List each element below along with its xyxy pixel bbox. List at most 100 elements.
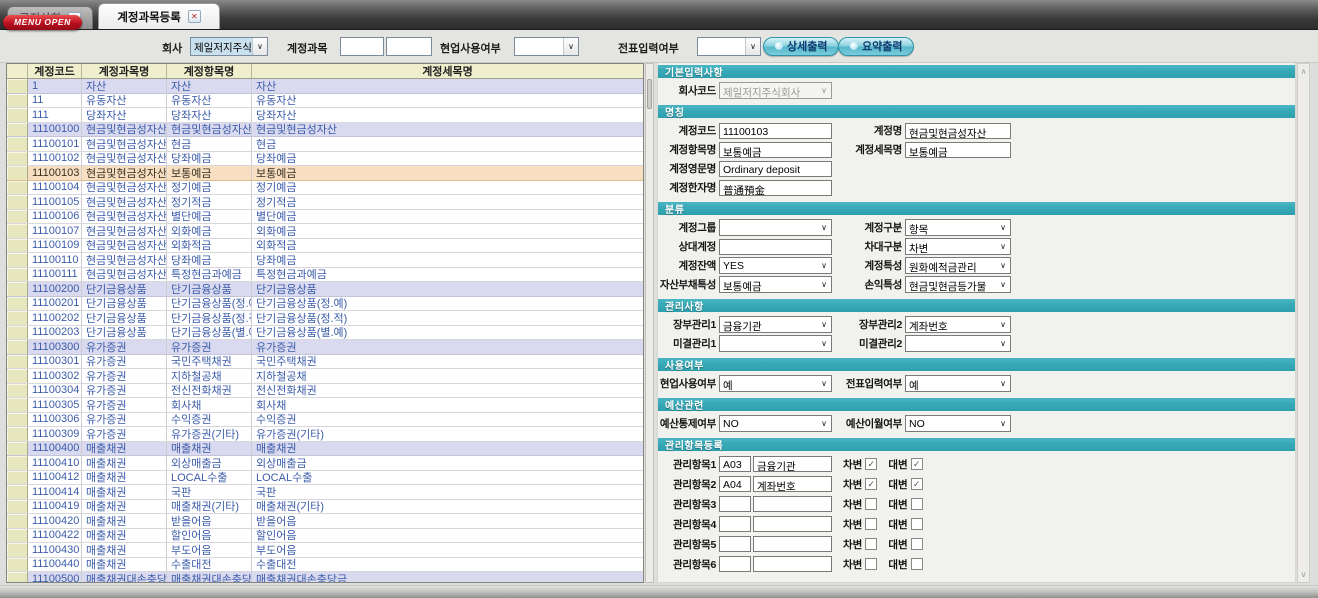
- row-selector-cell[interactable]: [7, 166, 28, 180]
- table-row[interactable]: 11100430매출채권부도어음부도어음: [7, 543, 643, 558]
- chevron-down-icon[interactable]: ∨: [817, 83, 831, 98]
- account-class-select[interactable]: 항목∨: [905, 219, 1011, 236]
- row-selector-cell[interactable]: [7, 282, 28, 296]
- table-row[interactable]: 11100106현금및현금성자산별단예금별단예금: [7, 210, 643, 225]
- chevron-down-icon[interactable]: ∨: [745, 38, 760, 55]
- tab-account-registration[interactable]: 계정과목등록 ✕: [98, 3, 219, 29]
- scroll-down-icon[interactable]: ∨: [1298, 568, 1309, 581]
- mgmt-item-1-debit-checkbox[interactable]: ✓: [865, 458, 877, 470]
- close-tab-icon[interactable]: ✕: [188, 10, 201, 23]
- pending-mgmt-2-select[interactable]: ∨: [905, 335, 1011, 352]
- table-row[interactable]: 11100109현금및현금성자산외화적금외화적금: [7, 239, 643, 254]
- detail-print-button[interactable]: 상세출력: [763, 37, 839, 56]
- table-row[interactable]: 11100102현금및현금성자산당좌예금당좌예금: [7, 152, 643, 167]
- mgmt-item-2-code-input[interactable]: A04: [719, 476, 751, 492]
- budget-control-select[interactable]: NO∨: [719, 415, 832, 432]
- mgmt-item-3-debit-checkbox[interactable]: [865, 498, 877, 510]
- mgmt-item-2-debit-checkbox[interactable]: ✓: [865, 478, 877, 490]
- account-name-input[interactable]: 현금및현금성자산: [905, 123, 1011, 139]
- table-row[interactable]: 11100410매출채권외상매출금외상매출금: [7, 456, 643, 471]
- table-row[interactable]: 11100203단기금융상품단기금융상품(별.예)단기금융상품(별.예): [7, 326, 643, 341]
- row-selector-cell[interactable]: [7, 558, 28, 572]
- account-name-filter-input[interactable]: [386, 37, 432, 56]
- usage-filter-select[interactable]: ∨: [514, 37, 579, 56]
- table-row[interactable]: 11100302유가증권지하철공채지하철공채: [7, 369, 643, 384]
- row-selector-cell[interactable]: [7, 398, 28, 412]
- account-code-input[interactable]: 11100103: [719, 123, 832, 139]
- table-row[interactable]: 11100103현금및현금성자산보통예금보통예금: [7, 166, 643, 181]
- row-selector-cell[interactable]: [7, 195, 28, 209]
- mgmt-item-2-name-input[interactable]: 계좌번호: [753, 476, 832, 492]
- mgmt-item-5-name-input[interactable]: [753, 536, 832, 552]
- mgmt-item-3-code-input[interactable]: [719, 496, 751, 512]
- chevron-down-icon[interactable]: ∨: [996, 336, 1010, 351]
- mgmt-item-4-credit-checkbox[interactable]: [911, 518, 923, 530]
- grid-scrollbar-thumb[interactable]: [647, 79, 652, 109]
- asset-liability-attr-select[interactable]: 보통예금∨: [719, 276, 832, 293]
- chevron-down-icon[interactable]: ∨: [563, 38, 578, 55]
- row-selector-cell[interactable]: [7, 210, 28, 224]
- table-row[interactable]: 11100300유가증권유가증권유가증권: [7, 340, 643, 355]
- mgmt-item-5-debit-checkbox[interactable]: [865, 538, 877, 550]
- mgmt-item-6-name-input[interactable]: [753, 556, 832, 572]
- table-row[interactable]: 11100104현금및현금성자산정기예금정기예금: [7, 181, 643, 196]
- slip-filter-select[interactable]: ∨: [697, 37, 761, 56]
- row-selector-cell[interactable]: [7, 514, 28, 528]
- account-attribute-select[interactable]: 원화예적금관리∨: [905, 257, 1011, 274]
- table-row[interactable]: 11100309유가증권유가증권(기타)유가증권(기타): [7, 427, 643, 442]
- table-row[interactable]: 11100500매출채권대손충당금매출채권대손충당금매출채권대손충당금: [7, 572, 643, 582]
- table-row[interactable]: 11100420매출채권받을어음받을어음: [7, 514, 643, 529]
- chevron-down-icon[interactable]: ∨: [252, 38, 267, 55]
- budget-carryover-select[interactable]: NO∨: [905, 415, 1011, 432]
- row-selector-cell[interactable]: [7, 543, 28, 557]
- account-detail-name-input[interactable]: 보통예금: [905, 142, 1011, 158]
- mgmt-item-2-credit-checkbox[interactable]: ✓: [911, 478, 923, 490]
- chevron-down-icon[interactable]: ∨: [817, 416, 831, 431]
- table-row[interactable]: 11100201단기금융상품단기금융상품(정.예)단기금융상품(정.예): [7, 297, 643, 312]
- table-row[interactable]: 11100306유가증권수익증권수익증권: [7, 413, 643, 428]
- mgmt-item-4-name-input[interactable]: [753, 516, 832, 532]
- row-selector-cell[interactable]: [7, 485, 28, 499]
- table-row[interactable]: 1자산자산자산: [7, 79, 643, 94]
- summary-print-button[interactable]: 요약출력: [838, 37, 914, 56]
- account-hanja-name-input[interactable]: 普通預金: [719, 180, 832, 196]
- row-selector-cell[interactable]: [7, 326, 28, 340]
- table-row[interactable]: 11100304유가증권전신전화채권전신전화채권: [7, 384, 643, 399]
- book-mgmt-1-select[interactable]: 금융기관∨: [719, 316, 832, 333]
- row-selector-cell[interactable]: [7, 152, 28, 166]
- row-selector-cell[interactable]: [7, 123, 28, 137]
- account-balance-select[interactable]: YES∨: [719, 257, 832, 274]
- scroll-up-icon[interactable]: ∧: [1298, 65, 1309, 78]
- chevron-down-icon[interactable]: ∨: [817, 277, 831, 292]
- mgmt-item-4-code-input[interactable]: [719, 516, 751, 532]
- account-item-name-input[interactable]: 보통예금: [719, 142, 832, 158]
- row-selector-cell[interactable]: [7, 239, 28, 253]
- account-group-select[interactable]: ∨: [719, 219, 832, 236]
- row-selector-cell[interactable]: [7, 137, 28, 151]
- chevron-down-icon[interactable]: ∨: [996, 317, 1010, 332]
- company-filter-select[interactable]: 제일저지주식회사 ∨: [190, 37, 268, 56]
- table-row[interactable]: 11100301유가증권국민주택채권국민주택채권: [7, 355, 643, 370]
- table-row[interactable]: 11100419매출채권매출채권(기타)매출채권(기타): [7, 500, 643, 515]
- row-selector-cell[interactable]: [7, 94, 28, 108]
- row-selector-cell[interactable]: [7, 413, 28, 427]
- chevron-down-icon[interactable]: ∨: [996, 258, 1010, 273]
- row-selector-cell[interactable]: [7, 224, 28, 238]
- chevron-down-icon[interactable]: ∨: [817, 317, 831, 332]
- mgmt-item-1-credit-checkbox[interactable]: ✓: [911, 458, 923, 470]
- row-selector-cell[interactable]: [7, 384, 28, 398]
- chevron-down-icon[interactable]: ∨: [817, 336, 831, 351]
- table-row[interactable]: 11100107현금및현금성자산외화예금외화예금: [7, 224, 643, 239]
- table-row[interactable]: 11100414매출채권국판국판: [7, 485, 643, 500]
- mgmt-item-5-code-input[interactable]: [719, 536, 751, 552]
- book-mgmt-2-select[interactable]: 계좌번호∨: [905, 316, 1011, 333]
- row-selector-cell[interactable]: [7, 427, 28, 441]
- chevron-down-icon[interactable]: ∨: [996, 376, 1010, 391]
- profit-loss-attr-select[interactable]: 현금및현금등가물∨: [905, 276, 1011, 293]
- row-selector-cell[interactable]: [7, 500, 28, 514]
- company-code-select[interactable]: 제일저지주식회사∨: [719, 82, 832, 99]
- table-row[interactable]: 11100101현금및현금성자산현금현금: [7, 137, 643, 152]
- debit-credit-class-select[interactable]: 차변∨: [905, 238, 1011, 255]
- mgmt-item-4-debit-checkbox[interactable]: [865, 518, 877, 530]
- field-usage-select[interactable]: 예∨: [719, 375, 832, 392]
